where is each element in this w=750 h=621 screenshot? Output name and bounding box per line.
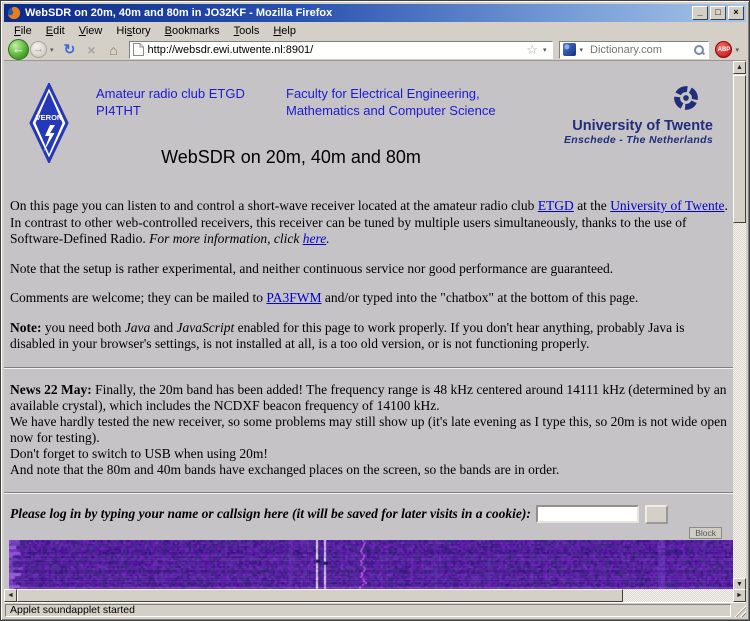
history-dropdown-icon[interactable]: ▾ bbox=[47, 46, 57, 54]
menu-item-tools[interactable]: Tools bbox=[227, 24, 267, 38]
stop-button[interactable]: × bbox=[83, 42, 101, 58]
firefox-window: WebSDR on 20m, 40m and 80m in JO32KF - M… bbox=[0, 0, 750, 621]
vertical-scrollbar[interactable]: ▲ ▼ bbox=[733, 61, 746, 591]
intro-paragraph: On this page you can listen to and contr… bbox=[10, 198, 729, 248]
home-button[interactable]: ⌂ bbox=[105, 42, 123, 58]
window-title: WebSDR on 20m, 40m and 80m in JO32KF - M… bbox=[25, 7, 690, 19]
close-button[interactable]: × bbox=[728, 6, 744, 20]
browser-viewport: VERON Amateur radio club ETGD PI4THT Fac… bbox=[4, 61, 735, 591]
search-icon[interactable] bbox=[693, 44, 705, 56]
reload-button[interactable]: ↻ bbox=[61, 41, 79, 58]
faculty-name: Faculty for Electrical Engineering, Math… bbox=[286, 85, 496, 119]
menu-item-edit[interactable]: Edit bbox=[39, 24, 72, 38]
login-submit-button[interactable] bbox=[645, 505, 668, 524]
page-icon bbox=[133, 43, 144, 56]
status-bar: Applet soundapplet started bbox=[4, 602, 746, 617]
back-button[interactable]: ← bbox=[8, 39, 29, 60]
search-engine-icon[interactable] bbox=[563, 43, 576, 56]
adblock-dropdown-icon[interactable]: ▾ bbox=[732, 46, 742, 54]
vertical-scrollbar-thumb[interactable] bbox=[733, 75, 746, 223]
callsign-input[interactable] bbox=[536, 505, 639, 523]
minimize-button[interactable]: _ bbox=[692, 6, 708, 20]
page-header: VERON Amateur radio club ETGD PI4THT Fac… bbox=[10, 83, 729, 185]
page-title: WebSDR on 20m, 40m and 80m bbox=[10, 147, 572, 168]
menu-item-history[interactable]: History bbox=[109, 24, 157, 38]
link-here[interactable]: here bbox=[303, 231, 327, 246]
java-note-paragraph: Note: you need both Java and JavaScript … bbox=[10, 320, 729, 353]
resize-grip-icon[interactable] bbox=[733, 604, 746, 617]
divider bbox=[4, 492, 735, 494]
title-bar: WebSDR on 20m, 40m and 80m in JO32KF - M… bbox=[4, 4, 746, 22]
menu-item-view[interactable]: View bbox=[72, 24, 110, 38]
search-box[interactable]: ▾ bbox=[559, 41, 709, 59]
maximize-button[interactable]: □ bbox=[710, 6, 726, 20]
login-row: Please log in by typing your name or cal… bbox=[10, 504, 729, 524]
link-pa3fwm[interactable]: PA3FWM bbox=[266, 290, 321, 305]
menu-item-bookmarks[interactable]: Bookmarks bbox=[158, 24, 227, 38]
engine-dropdown-icon[interactable]: ▾ bbox=[576, 46, 586, 54]
club-name: Amateur radio club ETGD PI4THT bbox=[96, 85, 245, 119]
ut-logo-icon bbox=[673, 85, 699, 111]
waterfall-applet-region: Block 35803590360036103620 Block bbox=[9, 540, 735, 591]
search-input[interactable] bbox=[586, 44, 693, 56]
link-university-of-twente[interactable]: University of Twente bbox=[610, 198, 724, 213]
waterfall-80m-canvas[interactable] bbox=[9, 540, 735, 591]
adblock-button[interactable]: ABP bbox=[715, 41, 732, 58]
websdr-page: VERON Amateur radio club ETGD PI4THT Fac… bbox=[4, 83, 735, 591]
ut-name: University of Twente bbox=[564, 118, 713, 134]
login-label: Please log in by typing your name or cal… bbox=[10, 506, 531, 521]
bookmark-star-icon[interactable]: ☆ bbox=[524, 43, 540, 56]
adblock-block-tab[interactable]: Block bbox=[689, 527, 722, 539]
scroll-right-button[interactable]: ► bbox=[733, 589, 746, 602]
forward-icon: → bbox=[33, 43, 44, 55]
divider bbox=[4, 367, 735, 369]
menu-item-help[interactable]: Help bbox=[266, 24, 303, 38]
experimental-paragraph: Note that the setup is rather experiment… bbox=[10, 261, 729, 278]
status-text: Applet soundapplet started bbox=[5, 604, 731, 617]
horizontal-scrollbar-thumb[interactable] bbox=[17, 589, 623, 602]
veron-label: VERON bbox=[36, 113, 63, 122]
comments-paragraph: Comments are welcome; they can be mailed… bbox=[10, 290, 729, 307]
url-bar[interactable]: ☆ ▾ bbox=[129, 41, 554, 59]
horizontal-scrollbar[interactable]: ◄ ► bbox=[4, 589, 746, 602]
forward-button[interactable]: → bbox=[30, 41, 47, 58]
menu-bar: File Edit View History Bookmarks Tools H… bbox=[4, 22, 746, 39]
back-icon: ← bbox=[12, 41, 25, 56]
menu-item-file[interactable]: File bbox=[7, 24, 39, 38]
adblock-icon: ABP bbox=[718, 47, 731, 53]
link-etgd[interactable]: ETGD bbox=[538, 198, 574, 213]
scroll-up-button[interactable]: ▲ bbox=[733, 61, 746, 74]
navigation-toolbar: ← → ▾ ↻ × ⌂ ☆ ▾ ▾ ABP ▾ bbox=[4, 39, 746, 61]
url-input[interactable] bbox=[144, 44, 525, 56]
firefox-logo-icon bbox=[7, 6, 21, 20]
university-logo: University of Twente Enschede - The Neth… bbox=[564, 85, 713, 146]
ut-subtitle: Enschede - The Netherlands bbox=[564, 134, 713, 146]
scroll-left-button[interactable]: ◄ bbox=[4, 589, 17, 602]
url-dropdown-icon[interactable]: ▾ bbox=[540, 46, 550, 54]
